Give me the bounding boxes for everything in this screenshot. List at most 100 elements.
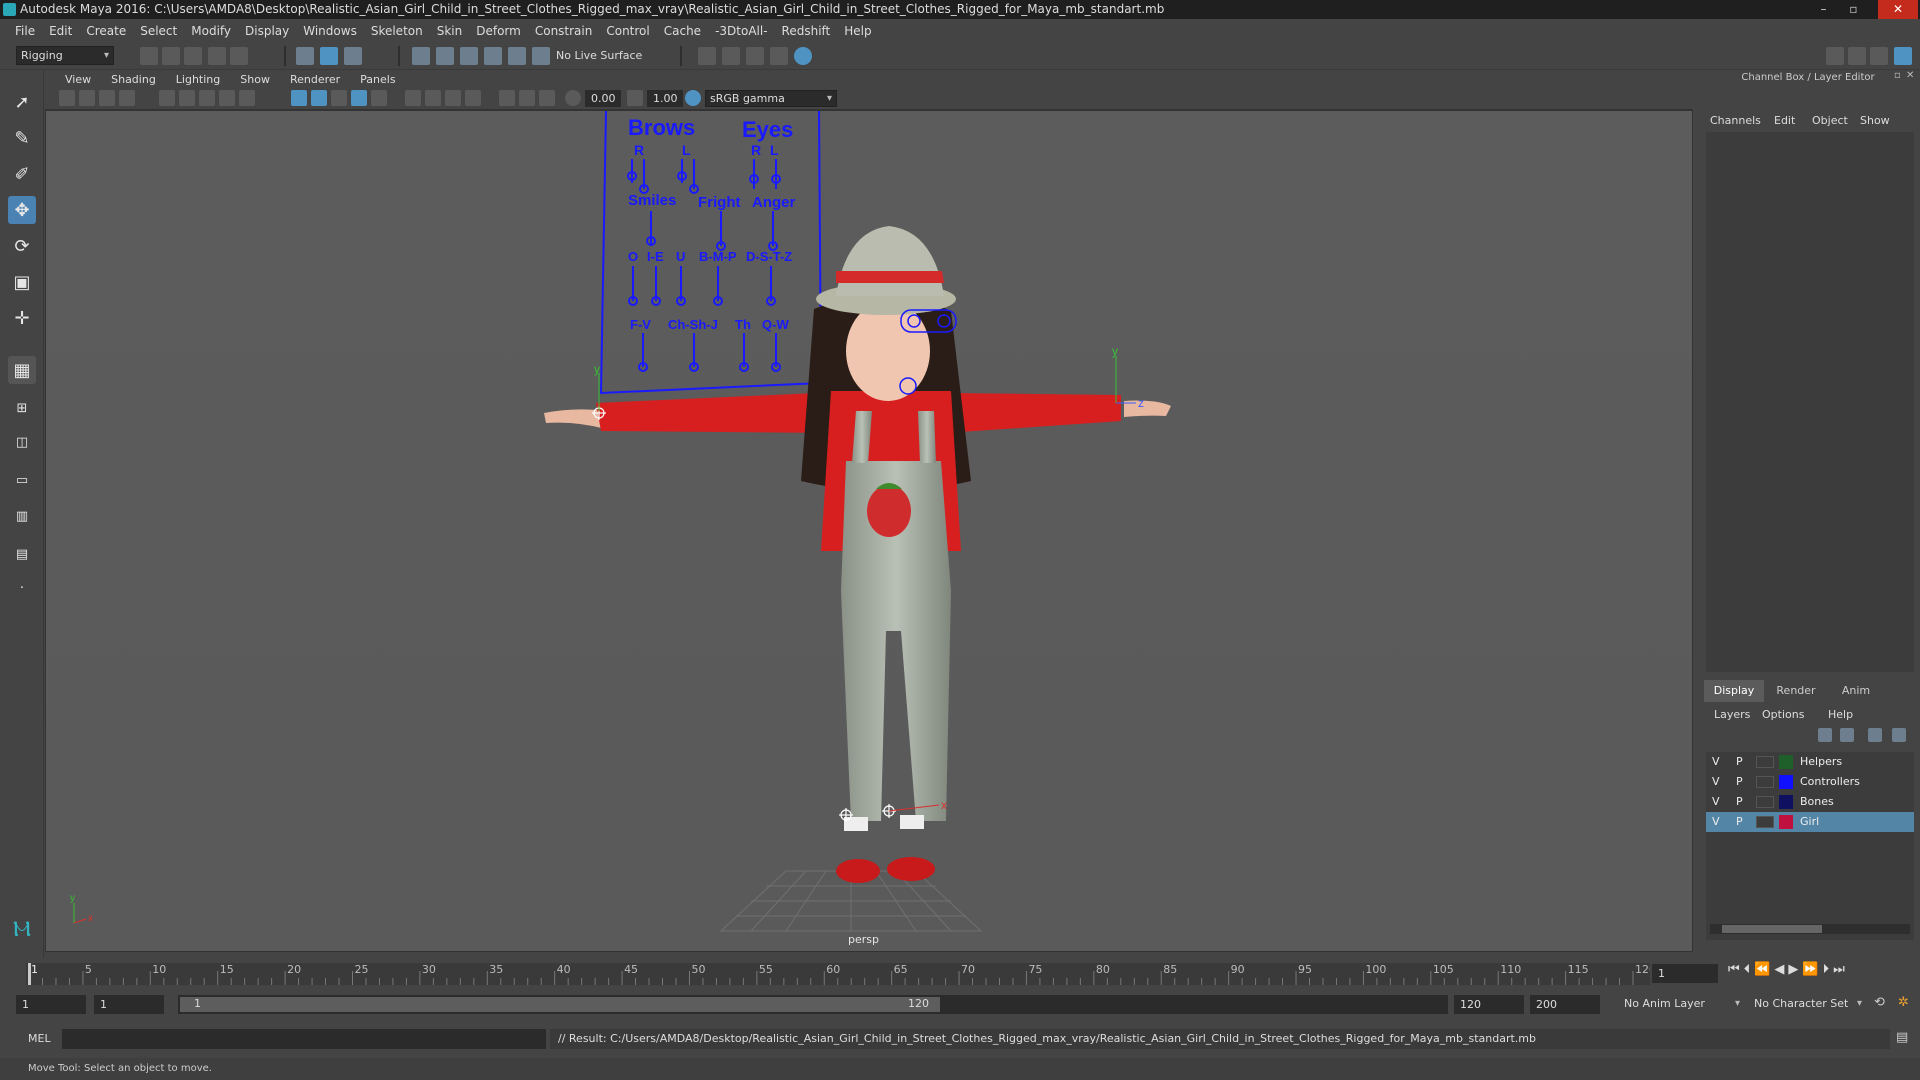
menu-skin[interactable]: Skin xyxy=(430,24,470,38)
time-ruler[interactable]: 1 5 10 15 20 25 30 35 40 45 50 55 60 65 70 75 80 85 90 95 10… xyxy=(26,963,1656,985)
gamma-icon[interactable] xyxy=(627,90,643,106)
universal-manipulator-icon[interactable]: ✛ xyxy=(8,304,36,332)
show-menu[interactable]: Show xyxy=(1860,114,1890,127)
script-language-toggle[interactable]: MEL xyxy=(28,1032,51,1045)
ipr-render-icon[interactable] xyxy=(722,47,740,65)
paint-select-tool-icon[interactable]: ✐ xyxy=(8,160,36,188)
menu-file[interactable]: File xyxy=(8,24,42,38)
help-menu[interactable]: Help xyxy=(1828,708,1853,721)
more-layouts-icon[interactable]: · xyxy=(8,574,36,602)
select-component-icon[interactable] xyxy=(344,47,362,65)
layer-visibility-toggle[interactable]: V xyxy=(1712,772,1720,792)
close-button[interactable]: ✕ xyxy=(1878,0,1918,19)
select-camera-icon[interactable] xyxy=(59,90,75,106)
tab-anim[interactable]: Anim xyxy=(1826,680,1886,702)
anti-aliasing-icon[interactable] xyxy=(465,90,481,106)
new-layer-icon[interactable] xyxy=(1868,728,1882,742)
layer-playback-toggle[interactable]: P xyxy=(1736,792,1743,812)
menu-edit[interactable]: Edit xyxy=(42,24,79,38)
character-set-dropdown[interactable]: No Character Set xyxy=(1750,995,1866,1014)
scale-tool-icon[interactable]: ▣ xyxy=(8,268,36,296)
current-time-indicator[interactable] xyxy=(28,963,31,985)
menu-constrain[interactable]: Constrain xyxy=(528,24,600,38)
modeling-toolkit-icon[interactable] xyxy=(1826,47,1844,65)
field-chart-icon[interactable] xyxy=(239,90,255,106)
layer-visibility-toggle[interactable]: V xyxy=(1712,792,1720,812)
render-current-icon[interactable] xyxy=(698,47,716,65)
layer-scrollbar[interactable] xyxy=(1710,924,1910,934)
exposure-field[interactable]: 0.00 xyxy=(585,90,621,107)
playback-end-field[interactable]: 120 xyxy=(1454,995,1524,1014)
step-back-icon[interactable]: ⏴ xyxy=(1744,962,1751,977)
grid-toggle-icon[interactable] xyxy=(159,90,175,106)
viewport-menu-panels[interactable]: Panels xyxy=(350,73,405,86)
hypershade-icon[interactable] xyxy=(770,47,788,65)
render-view-icon[interactable] xyxy=(794,47,812,65)
four-view-layout-icon[interactable]: ⊞ xyxy=(8,394,36,422)
layers-menu[interactable]: Layers xyxy=(1714,708,1750,721)
snap-point-icon[interactable] xyxy=(460,47,478,65)
viewport-menu-show[interactable]: Show xyxy=(230,73,280,86)
auto-key-icon[interactable]: ⟲ xyxy=(1874,995,1885,1010)
menu-select[interactable]: Select xyxy=(133,24,184,38)
viewport-menu-lighting[interactable]: Lighting xyxy=(166,73,230,86)
menu-create[interactable]: Create xyxy=(79,24,133,38)
textured-icon[interactable] xyxy=(351,90,367,106)
move-tool-icon[interactable]: ✥ xyxy=(8,196,36,224)
scene-end-field[interactable]: 200 xyxy=(1530,995,1600,1014)
shadows-icon[interactable] xyxy=(405,90,421,106)
layer-display-type[interactable] xyxy=(1756,756,1774,768)
viewport-menu-view[interactable]: View xyxy=(55,73,101,86)
channel-list[interactable] xyxy=(1706,132,1914,672)
layer-display-type[interactable] xyxy=(1756,816,1774,828)
current-frame-field[interactable]: 1 xyxy=(1652,964,1718,983)
smooth-shade-icon[interactable] xyxy=(311,90,327,106)
float-panel-icon[interactable]: ▫ xyxy=(1894,70,1901,81)
animation-preferences-icon[interactable]: ✲ xyxy=(1898,995,1909,1010)
layer-visibility-toggle[interactable]: V xyxy=(1712,812,1720,832)
hypershade-layout-icon[interactable]: ▥ xyxy=(8,502,36,530)
menu-cache[interactable]: Cache xyxy=(657,24,708,38)
color-management-icon[interactable] xyxy=(685,90,701,106)
close-panel-icon[interactable]: ✕ xyxy=(1906,70,1914,81)
options-menu[interactable]: Options xyxy=(1762,708,1804,721)
film-gate-icon[interactable] xyxy=(179,90,195,106)
go-to-start-icon[interactable]: ⏮ xyxy=(1728,962,1740,977)
snap-view-plane-icon[interactable] xyxy=(484,47,502,65)
new-layer-selected-icon[interactable] xyxy=(1892,728,1906,742)
image-plane-icon[interactable] xyxy=(119,90,135,106)
menu-3dtoall[interactable]: -3DtoAll- xyxy=(708,24,774,38)
layer-name[interactable]: Controllers xyxy=(1800,772,1860,792)
viewport-menu-shading[interactable]: Shading xyxy=(101,73,166,86)
save-scene-icon[interactable] xyxy=(184,47,202,65)
select-object-icon[interactable] xyxy=(320,47,338,65)
object-menu[interactable]: Object xyxy=(1812,114,1848,127)
undo-icon[interactable] xyxy=(208,47,226,65)
attribute-editor-icon[interactable] xyxy=(1848,47,1866,65)
lasso-tool-icon[interactable]: ✎ xyxy=(8,124,36,152)
layer-scrollbar-thumb[interactable] xyxy=(1722,925,1822,933)
xray-icon[interactable] xyxy=(519,90,535,106)
menu-deform[interactable]: Deform xyxy=(469,24,528,38)
layer-display-type[interactable] xyxy=(1756,796,1774,808)
bookmarks-icon[interactable] xyxy=(99,90,115,106)
command-input[interactable] xyxy=(62,1029,546,1049)
layer-row-controllers[interactable]: V P Controllers xyxy=(1706,772,1914,792)
camera-attributes-icon[interactable] xyxy=(79,90,95,106)
wireframe-icon[interactable] xyxy=(291,90,307,106)
menuset-dropdown[interactable]: Rigging xyxy=(16,46,114,65)
color-space-dropdown[interactable]: sRGB gamma xyxy=(705,90,837,107)
perspective-viewport[interactable]: Brows Eyes R L R L Smiles Fright Anger O… xyxy=(45,110,1693,952)
isolate-select-icon[interactable] xyxy=(499,90,515,106)
menu-control[interactable]: Control xyxy=(599,24,656,38)
step-forward-icon[interactable]: ⏵ xyxy=(1823,962,1830,977)
use-all-lights-icon[interactable] xyxy=(371,90,387,106)
select-tool-icon[interactable]: ➚ xyxy=(8,88,36,116)
layer-row-bones[interactable]: V P Bones xyxy=(1706,792,1914,812)
channels-menu[interactable]: Channels xyxy=(1710,114,1761,127)
redo-icon[interactable] xyxy=(230,47,248,65)
live-surface-label[interactable]: No Live Surface xyxy=(556,49,642,62)
menu-redshift[interactable]: Redshift xyxy=(775,24,838,38)
layer-color-swatch[interactable] xyxy=(1779,795,1793,809)
snap-grid-icon[interactable] xyxy=(412,47,430,65)
